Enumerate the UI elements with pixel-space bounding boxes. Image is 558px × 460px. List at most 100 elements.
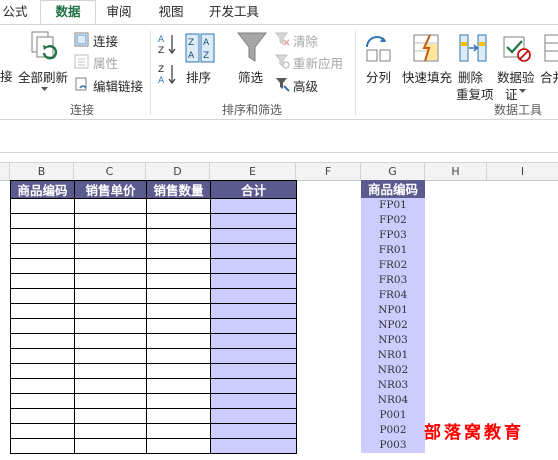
header-sales-qty[interactable]: 销售数量 xyxy=(146,180,211,199)
column-header-g[interactable]: G xyxy=(361,163,425,180)
table-cell[interactable] xyxy=(210,228,297,244)
table-cell[interactable] xyxy=(146,213,211,229)
product-code-cell[interactable]: FR01 xyxy=(361,243,425,258)
table-cell[interactable] xyxy=(210,438,297,454)
properties-button[interactable]: 属性 xyxy=(74,53,150,71)
table-cell[interactable] xyxy=(74,438,147,454)
table-cell[interactable] xyxy=(146,288,211,304)
table-cell[interactable] xyxy=(210,423,297,439)
table-cell[interactable] xyxy=(10,303,75,319)
clear-button[interactable]: 清除 xyxy=(275,31,347,49)
table-cell[interactable] xyxy=(210,318,297,334)
table-cell[interactable] xyxy=(10,288,75,304)
column-header-b[interactable]: B xyxy=(10,163,74,180)
header-g-product-code[interactable]: 商品编码 xyxy=(361,180,425,199)
table-cell[interactable] xyxy=(146,333,211,349)
table-cell[interactable] xyxy=(74,288,147,304)
table-cell[interactable] xyxy=(74,408,147,424)
table-cell[interactable] xyxy=(146,258,211,274)
formula-bar[interactable] xyxy=(0,121,558,153)
sort-descending-icon[interactable]: Z A xyxy=(158,63,178,85)
table-cell[interactable] xyxy=(210,393,297,409)
column-header-d[interactable]: D xyxy=(146,163,210,180)
product-code-cell[interactable]: NP03 xyxy=(361,333,425,348)
table-cell[interactable] xyxy=(74,273,147,289)
table-cell[interactable] xyxy=(74,198,147,214)
tab-view[interactable]: 视图 xyxy=(150,0,192,24)
tab-formulas[interactable]: 公式 xyxy=(0,0,30,24)
table-cell[interactable] xyxy=(10,333,75,349)
table-cell[interactable] xyxy=(74,393,147,409)
table-cell[interactable] xyxy=(210,258,297,274)
header-unit-price[interactable]: 销售单价 xyxy=(74,180,147,199)
table-cell[interactable] xyxy=(10,408,75,424)
table-cell[interactable] xyxy=(146,408,211,424)
column-header-c[interactable]: C xyxy=(74,163,146,180)
table-cell[interactable] xyxy=(210,333,297,349)
edit-links-button[interactable]: 编辑链接 xyxy=(74,76,150,94)
product-code-cell[interactable]: NR04 xyxy=(361,393,425,408)
table-cell[interactable] xyxy=(146,423,211,439)
table-cell[interactable] xyxy=(10,258,75,274)
table-cell[interactable] xyxy=(74,348,147,364)
product-code-cell[interactable]: P002 xyxy=(361,423,425,438)
table-cell[interactable] xyxy=(210,273,297,289)
table-cell[interactable] xyxy=(10,198,75,214)
tab-developer[interactable]: 开发工具 xyxy=(204,0,264,24)
table-cell[interactable] xyxy=(146,318,211,334)
column-header-a[interactable] xyxy=(0,163,10,180)
table-cell[interactable] xyxy=(146,393,211,409)
product-code-cell[interactable]: P003 xyxy=(361,438,425,453)
table-cell[interactable] xyxy=(74,423,147,439)
reapply-button[interactable]: 重新应用 xyxy=(275,53,347,71)
table-cell[interactable] xyxy=(10,318,75,334)
table-cell[interactable] xyxy=(146,273,211,289)
product-code-cell[interactable]: NP01 xyxy=(361,303,425,318)
table-cell[interactable] xyxy=(210,198,297,214)
refresh-all-button[interactable]: 全部刷新 xyxy=(18,29,70,95)
table-cell[interactable] xyxy=(10,243,75,259)
table-cell[interactable] xyxy=(74,378,147,394)
table-cell[interactable] xyxy=(74,228,147,244)
table-cell[interactable] xyxy=(74,363,147,379)
table-cell[interactable] xyxy=(74,333,147,349)
connections-button[interactable]: 连接 xyxy=(74,31,150,49)
header-product-code[interactable]: 商品编码 xyxy=(10,180,75,199)
product-code-cell[interactable]: FP01 xyxy=(361,198,425,213)
data-validation-button[interactable]: 数据验 证 xyxy=(497,29,537,103)
table-cell[interactable] xyxy=(74,243,147,259)
product-code-cell[interactable]: FP02 xyxy=(361,213,425,228)
table-cell[interactable] xyxy=(10,273,75,289)
table-cell[interactable] xyxy=(146,198,211,214)
filter-button[interactable]: 筛选 xyxy=(232,29,272,89)
table-cell[interactable] xyxy=(10,438,75,454)
sort-ascending-icon[interactable]: A Z xyxy=(158,33,178,55)
product-code-cell[interactable]: NP02 xyxy=(361,318,425,333)
table-cell[interactable] xyxy=(10,363,75,379)
column-header-h[interactable]: H xyxy=(425,163,487,180)
table-cell[interactable] xyxy=(74,303,147,319)
product-code-cell[interactable]: FP03 xyxy=(361,228,425,243)
consolidate-button[interactable]: 合并 xyxy=(540,29,558,89)
column-header-f[interactable]: F xyxy=(296,163,361,180)
table-cell[interactable] xyxy=(74,318,147,334)
flash-fill-button[interactable]: 快速填充 xyxy=(400,29,454,89)
product-code-cell[interactable]: P001 xyxy=(361,408,425,423)
table-cell[interactable] xyxy=(10,423,75,439)
product-code-cell[interactable]: NR01 xyxy=(361,348,425,363)
table-cell[interactable] xyxy=(146,363,211,379)
table-cell[interactable] xyxy=(10,393,75,409)
column-header-i[interactable]: I xyxy=(487,163,558,180)
column-header-e[interactable]: E xyxy=(210,163,296,180)
table-cell[interactable] xyxy=(210,348,297,364)
tab-data[interactable]: 数据 xyxy=(40,0,96,24)
remove-duplicates-button[interactable]: 删除 重复项 xyxy=(456,29,494,103)
table-cell[interactable] xyxy=(10,348,75,364)
sort-button[interactable]: Z A A Z 排序 xyxy=(184,29,216,89)
table-cell[interactable] xyxy=(210,303,297,319)
product-code-cell[interactable]: FR02 xyxy=(361,258,425,273)
table-cell[interactable] xyxy=(10,213,75,229)
header-total[interactable]: 合计 xyxy=(210,180,297,199)
product-code-cell[interactable]: FR03 xyxy=(361,273,425,288)
table-cell[interactable] xyxy=(146,378,211,394)
